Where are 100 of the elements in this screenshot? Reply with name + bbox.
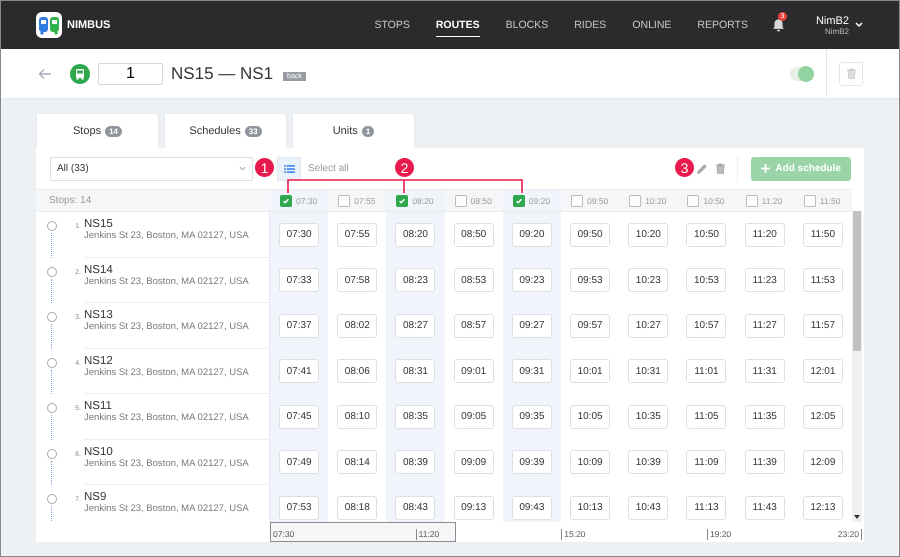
time-field[interactable]: 08:53 bbox=[454, 268, 494, 292]
back-arrow-icon[interactable] bbox=[38, 68, 52, 80]
nav-link[interactable]: ROUTES bbox=[436, 13, 480, 37]
scroll-down-arrow-icon[interactable] bbox=[854, 515, 860, 519]
tab[interactable]: Schedules 33 bbox=[164, 113, 287, 148]
time-field[interactable]: 08:57 bbox=[454, 314, 494, 338]
time-field[interactable]: 11:01 bbox=[686, 359, 726, 384]
time-field[interactable]: 08:39 bbox=[395, 450, 436, 474]
time-field[interactable]: 10:20 bbox=[628, 222, 668, 247]
time-field[interactable]: 12:05 bbox=[802, 404, 843, 429]
time-field[interactable]: 11:35 bbox=[744, 404, 785, 429]
time-field[interactable]: 09:27 bbox=[512, 314, 552, 338]
time-field[interactable]: 08:18 bbox=[337, 496, 378, 520]
time-field[interactable]: 08:10 bbox=[337, 404, 378, 429]
time-field[interactable]: 10:09 bbox=[570, 450, 610, 474]
timeline-track[interactable]: 07:30 11:20 15:20 19:20 23:20 bbox=[270, 522, 862, 542]
schedule-checkbox[interactable] bbox=[396, 194, 408, 206]
tab[interactable]: Units 1 bbox=[292, 113, 415, 148]
schedule-checkbox[interactable] bbox=[629, 194, 642, 206]
time-field[interactable]: 11:27 bbox=[744, 314, 785, 338]
time-field[interactable]: 10:35 bbox=[628, 404, 668, 429]
time-field[interactable]: 07:45 bbox=[279, 404, 320, 429]
time-field[interactable]: 09:39 bbox=[512, 450, 552, 474]
time-field[interactable]: 09:09 bbox=[454, 450, 494, 474]
time-field[interactable]: 09:57 bbox=[570, 314, 610, 338]
time-field[interactable]: 08:20 bbox=[395, 222, 436, 247]
time-field[interactable]: 10:23 bbox=[628, 268, 668, 292]
time-field[interactable]: 08:06 bbox=[337, 359, 378, 384]
time-field[interactable]: 10:13 bbox=[570, 496, 610, 520]
nav-link[interactable]: RIDES bbox=[574, 13, 606, 37]
time-field[interactable]: 08:43 bbox=[395, 496, 436, 520]
time-field[interactable]: 12:09 bbox=[802, 450, 843, 474]
schedule-checkbox[interactable] bbox=[454, 194, 467, 206]
time-field[interactable]: 07:49 bbox=[279, 450, 320, 474]
time-field[interactable]: 09:20 bbox=[512, 222, 552, 247]
schedule-checkbox[interactable] bbox=[804, 194, 816, 206]
time-field[interactable]: 09:43 bbox=[512, 496, 552, 520]
time-field[interactable]: 07:58 bbox=[337, 268, 378, 292]
time-field[interactable]: 11:23 bbox=[744, 268, 785, 292]
time-field[interactable]: 09:50 bbox=[570, 222, 610, 247]
time-field[interactable]: 09:31 bbox=[512, 359, 552, 384]
time-field[interactable]: 11:31 bbox=[744, 359, 785, 384]
time-field[interactable]: 11:57 bbox=[802, 314, 843, 338]
time-field[interactable]: 11:50 bbox=[802, 222, 843, 247]
time-field[interactable]: 08:27 bbox=[395, 314, 436, 338]
time-field[interactable]: 10:39 bbox=[628, 450, 668, 474]
time-field[interactable]: 09:13 bbox=[454, 496, 494, 520]
time-field[interactable]: 10:27 bbox=[628, 314, 668, 338]
time-field[interactable]: 11:05 bbox=[686, 404, 726, 429]
time-field[interactable]: 09:53 bbox=[570, 268, 610, 292]
time-field[interactable]: 11:20 bbox=[744, 222, 785, 247]
time-field[interactable]: 12:13 bbox=[802, 496, 843, 520]
time-field[interactable]: 10:31 bbox=[628, 359, 668, 384]
time-field[interactable]: 08:23 bbox=[395, 268, 436, 292]
time-field[interactable]: 07:53 bbox=[279, 496, 320, 520]
time-field[interactable]: 10:57 bbox=[686, 314, 726, 338]
schedule-checkbox[interactable] bbox=[687, 194, 700, 206]
time-field[interactable]: 11:39 bbox=[744, 450, 785, 474]
delete-button[interactable] bbox=[839, 62, 863, 86]
time-field[interactable]: 08:31 bbox=[395, 359, 436, 384]
time-field[interactable]: 07:41 bbox=[279, 359, 320, 384]
schedule-checkbox[interactable] bbox=[746, 194, 758, 206]
nav-link[interactable]: STOPS bbox=[374, 13, 410, 37]
pencil-icon[interactable] bbox=[696, 162, 708, 174]
time-field[interactable]: 09:01 bbox=[454, 359, 494, 384]
schedule-checkbox[interactable] bbox=[571, 194, 583, 206]
list-view-button[interactable] bbox=[277, 156, 301, 180]
time-field[interactable]: 08:35 bbox=[395, 404, 436, 429]
time-field[interactable]: 07:33 bbox=[279, 268, 320, 292]
time-field[interactable]: 10:53 bbox=[686, 268, 726, 292]
time-field[interactable]: 10:43 bbox=[628, 496, 668, 520]
schedule-checkbox[interactable] bbox=[512, 194, 525, 206]
time-field[interactable]: 07:37 bbox=[279, 314, 320, 338]
nav-link[interactable]: BLOCKS bbox=[506, 13, 548, 37]
time-field[interactable]: 08:14 bbox=[337, 450, 378, 474]
caret-icon[interactable] bbox=[855, 22, 863, 28]
time-field[interactable]: 11:53 bbox=[802, 268, 843, 292]
nav-link[interactable]: REPORTS bbox=[697, 13, 748, 37]
timeline-window-handle[interactable] bbox=[270, 522, 456, 542]
time-field[interactable]: 10:50 bbox=[686, 222, 726, 247]
time-field[interactable]: 12:01 bbox=[802, 359, 843, 384]
time-field[interactable]: 11:09 bbox=[686, 450, 726, 474]
time-field[interactable]: 08:02 bbox=[337, 314, 378, 338]
schedule-filter-dropdown[interactable]: All (33) bbox=[50, 156, 253, 180]
nav-link[interactable]: ONLINE bbox=[632, 13, 672, 37]
tab[interactable]: Stops 14 bbox=[36, 113, 159, 148]
time-field[interactable]: 07:30 bbox=[279, 222, 320, 247]
active-toggle[interactable] bbox=[790, 66, 812, 80]
time-field[interactable]: 10:05 bbox=[570, 404, 610, 429]
schedule-checkbox[interactable] bbox=[338, 194, 350, 206]
scrollbar[interactable] bbox=[852, 211, 862, 522]
schedule-checkbox[interactable] bbox=[280, 194, 292, 206]
time-field[interactable]: 09:05 bbox=[454, 404, 494, 429]
trash-icon[interactable] bbox=[716, 163, 726, 174]
time-field[interactable]: 09:23 bbox=[512, 268, 552, 292]
time-field[interactable]: 11:13 bbox=[686, 496, 726, 520]
time-field[interactable]: 09:35 bbox=[512, 404, 552, 429]
time-field[interactable]: 07:55 bbox=[337, 222, 378, 247]
time-field[interactable]: 08:50 bbox=[454, 222, 494, 247]
time-field[interactable]: 11:43 bbox=[744, 496, 785, 520]
